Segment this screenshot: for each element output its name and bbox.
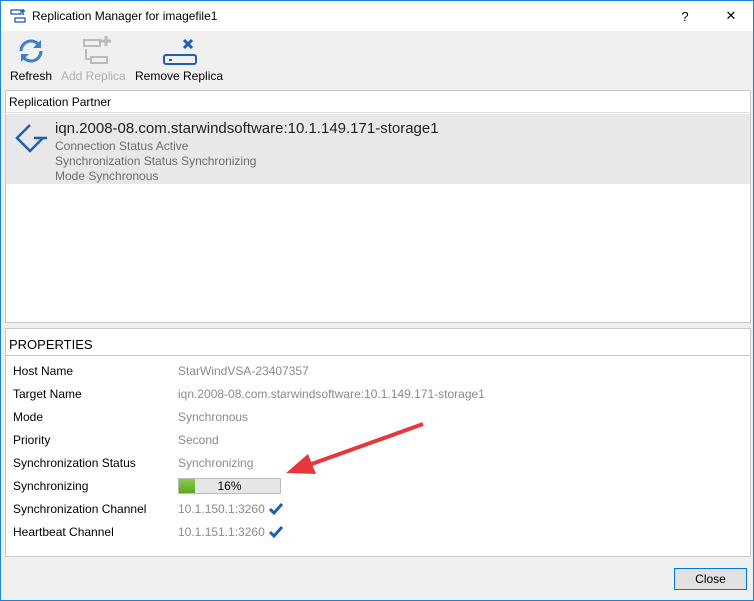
close-window-button[interactable]: ✕: [708, 1, 754, 31]
refresh-button[interactable]: Refresh: [10, 35, 52, 83]
sync-progress-bar: 16%: [178, 478, 281, 494]
checkmark-icon: [268, 526, 283, 538]
property-value: Synchronizing: [178, 456, 254, 470]
property-value: iqn.2008-08.com.starwindsoftware:10.1.14…: [178, 387, 485, 401]
annotation-arrow: [286, 422, 424, 474]
help-button[interactable]: ?: [662, 1, 708, 31]
property-value: 10.1.150.1:3260: [178, 502, 265, 516]
property-label: Host Name: [13, 364, 74, 378]
property-synchronizing: Synchronizing 16%: [13, 476, 281, 496]
add-replica-label: Add Replica: [61, 69, 126, 83]
close-button[interactable]: Close: [674, 568, 747, 590]
refresh-icon: [19, 39, 43, 63]
toolbar: Refresh Add Replica Remove Replica: [1, 31, 753, 89]
partner-name: iqn.2008-08.com.starwindsoftware:10.1.14…: [55, 120, 439, 137]
property-value: Second: [178, 433, 219, 447]
partner-sync-status: Synchronization Status Synchronizing: [55, 154, 257, 168]
progress-fill: [179, 479, 196, 493]
property-value: Synchronous: [178, 410, 249, 424]
remove-replica-icon: [163, 38, 198, 65]
property-sync-channel: Synchronization Channel 10.1.150.1:3260: [13, 499, 283, 519]
replication-partner-list: Replication Partner iqn.2008-08.com.star…: [5, 90, 751, 323]
property-mode: Mode Synchronous: [13, 407, 248, 427]
window-title: Replication Manager for imagefile1: [32, 9, 218, 23]
property-label: Target Name: [13, 387, 82, 401]
property-label: Synchronizing: [13, 479, 89, 493]
remove-replica-label: Remove Replica: [135, 69, 224, 83]
property-label: Synchronization Status: [13, 456, 136, 470]
remove-replica-button[interactable]: Remove Replica: [135, 35, 223, 83]
checkmark-icon: [268, 503, 283, 515]
property-label: Mode: [13, 410, 44, 424]
refresh-label: Refresh: [10, 69, 53, 83]
property-priority: Priority Second: [13, 430, 219, 450]
property-sync-status: Synchronization Status Synchronizing: [13, 453, 253, 473]
add-replica-icon: [83, 36, 112, 64]
property-host-name: Host Name StarWindVSA-23407357: [13, 361, 309, 381]
partner-mode: Mode Synchronous: [55, 169, 159, 183]
property-value: StarWindVSA-23407357: [178, 364, 309, 378]
property-target-name: Target Name iqn.2008-08.com.starwindsoftw…: [13, 384, 485, 404]
property-value: 10.1.151.1:3260: [178, 525, 265, 539]
title-bar: Replication Manager for imagefile1 ? ✕: [1, 1, 753, 31]
progress-text: 16%: [217, 479, 242, 493]
properties-title: PROPERTIES: [6, 329, 750, 356]
add-replica-button[interactable]: Add Replica: [61, 35, 126, 83]
app-icon: [10, 9, 26, 23]
replication-manager-window: Replication Manager for imagefile1 ? ✕ R…: [0, 0, 754, 601]
partner-diamond-icon: [15, 124, 47, 153]
property-label: Priority: [13, 433, 51, 447]
property-label: Heartbeat Channel: [13, 525, 114, 539]
property-heartbeat-channel: Heartbeat Channel 10.1.151.1:3260: [13, 522, 283, 542]
property-label: Synchronization Channel: [13, 502, 147, 516]
partner-item[interactable]: iqn.2008-08.com.starwindsoftware:10.1.14…: [6, 114, 750, 184]
list-header: Replication Partner: [6, 91, 750, 113]
partner-connection-status: Connection Status Active: [55, 139, 189, 153]
